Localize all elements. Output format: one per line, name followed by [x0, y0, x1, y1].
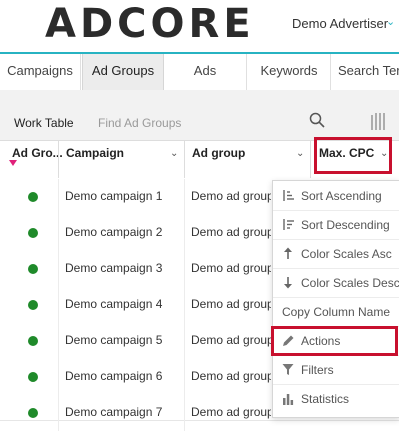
adcore-logo: ADCORE	[45, 1, 255, 47]
menu-item-sort-ascending[interactable]: Sort Ascending	[273, 181, 399, 211]
column-header-ad-group[interactable]: Ad group	[192, 146, 245, 160]
tab-ad-groups[interactable]: Ad Groups	[82, 54, 164, 91]
chevron-down-icon[interactable]: ⌄	[386, 15, 395, 28]
actions-highlight	[271, 326, 398, 356]
ad-group-cell[interactable]: Demo ad group	[191, 369, 271, 383]
column-divider	[310, 141, 311, 178]
ad-group-cell[interactable]: Demo ad group	[191, 261, 271, 275]
status-active-dot	[28, 192, 38, 202]
column-header-ad-group-status[interactable]: Ad Gro...	[12, 146, 63, 160]
status-active-dot	[28, 336, 38, 346]
campaign-cell[interactable]: Demo campaign 4	[65, 297, 162, 311]
column-header-campaign[interactable]: Campaign	[66, 146, 124, 160]
sort-descending-icon	[283, 219, 294, 230]
menu-item-sort-descending[interactable]: Sort Descending	[273, 210, 399, 240]
ad-group-cell[interactable]: Demo ad group	[191, 333, 271, 347]
filter-marker-icon	[9, 160, 17, 166]
campaign-cell[interactable]: Demo campaign 6	[65, 369, 162, 383]
tab-search-terms[interactable]: Search Term	[332, 54, 399, 90]
tab-bar: Campaigns Ad Groups Ads Keywords Search …	[0, 52, 399, 92]
status-active-dot	[28, 228, 38, 238]
menu-item-filters[interactable]: Filters	[273, 355, 399, 385]
bar-chart-icon	[283, 394, 294, 405]
find-ad-groups-input[interactable]: Find Ad Groups	[98, 116, 181, 130]
columns-icon[interactable]	[370, 113, 388, 131]
campaign-cell[interactable]: Demo campaign 5	[65, 333, 162, 347]
status-active-dot	[28, 408, 38, 418]
chevron-down-icon[interactable]: ⌄	[296, 148, 304, 159]
menu-item-color-scales-asc[interactable]: Color Scales Asc	[273, 239, 399, 269]
ad-group-cell[interactable]: Demo ad group	[191, 189, 271, 203]
menu-item-color-scales-desc[interactable]: Color Scales Desc	[273, 268, 399, 298]
max-cpc-highlight	[314, 137, 392, 174]
ad-group-cell[interactable]: Demo ad group	[191, 405, 271, 419]
status-active-dot	[28, 264, 38, 274]
tab-campaigns[interactable]: Campaigns	[0, 54, 81, 90]
column-context-menu: Sort Ascending Sort Descending Color Sca…	[272, 180, 399, 418]
menu-item-copy-column-name[interactable]: Copy Column Name	[273, 297, 399, 327]
ad-group-cell[interactable]: Demo ad group	[191, 297, 271, 311]
tab-ads[interactable]: Ads	[164, 54, 247, 90]
campaign-cell[interactable]: Demo campaign 1	[65, 189, 162, 203]
status-active-dot	[28, 372, 38, 382]
arrow-up-icon	[284, 247, 292, 259]
arrow-down-icon	[284, 277, 292, 289]
ad-group-cell[interactable]: Demo ad group	[191, 225, 271, 239]
tab-keywords[interactable]: Keywords	[248, 54, 331, 90]
status-active-dot	[28, 300, 38, 310]
sort-ascending-icon	[283, 190, 294, 201]
search-icon[interactable]	[309, 112, 325, 128]
menu-item-statistics[interactable]: Statistics	[273, 384, 399, 413]
advertiser-selector[interactable]: Demo Advertiser	[292, 16, 388, 31]
work-table-label[interactable]: Work Table	[14, 116, 74, 130]
campaign-cell[interactable]: Demo campaign 7	[65, 405, 162, 419]
column-divider	[184, 141, 185, 178]
column-divider	[58, 141, 59, 178]
campaign-cell[interactable]: Demo campaign 2	[65, 225, 162, 239]
chevron-down-icon[interactable]: ⌄	[170, 148, 178, 159]
campaign-cell[interactable]: Demo campaign 3	[65, 261, 162, 275]
filter-icon	[282, 364, 294, 375]
